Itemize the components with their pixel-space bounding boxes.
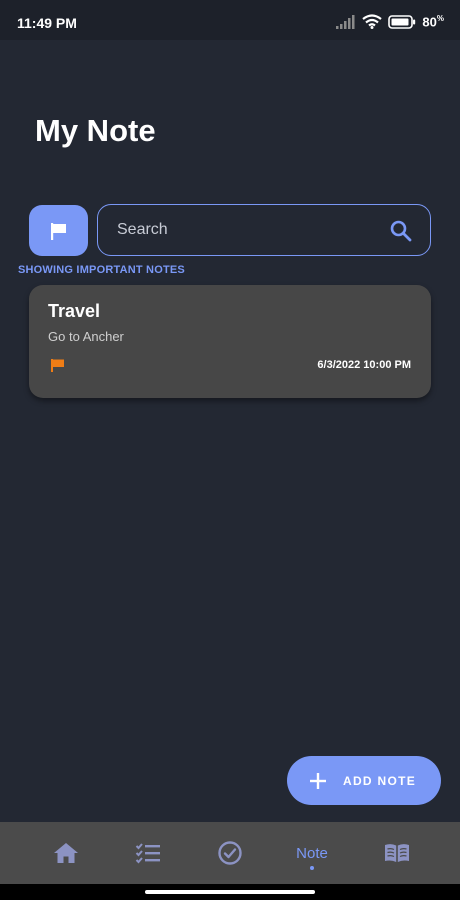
app-screen: 11:49 PM 80% My Note Search SHOWING IMPO… (0, 0, 460, 900)
home-icon (54, 843, 78, 863)
check-circle-icon (218, 841, 242, 865)
plus-icon (310, 772, 326, 789)
search-input[interactable] (117, 221, 377, 239)
bottom-nav: Note (0, 822, 460, 884)
gesture-area (0, 884, 460, 900)
wifi-icon (362, 14, 383, 30)
note-card[interactable]: Travel Go to Ancher 6/3/2022 10:00 PM (29, 285, 431, 398)
add-note-button[interactable]: ADD NOTE (287, 756, 441, 805)
book-icon (385, 844, 409, 862)
filter-status-label: SHOWING IMPORTANT NOTES (18, 264, 185, 276)
note-body: Go to Ancher (48, 329, 124, 344)
search-icon[interactable] (389, 219, 413, 243)
nav-item-done[interactable] (212, 822, 248, 884)
status-bar: 11:49 PM 80% (0, 0, 460, 40)
nav-item-tasks[interactable] (130, 822, 166, 884)
important-flag-icon (51, 359, 64, 372)
nav-note-label: Note (296, 844, 328, 862)
flag-icon (50, 222, 66, 240)
note-date: 6/3/2022 10:00 PM (317, 359, 411, 371)
search-box[interactable] (97, 204, 431, 256)
battery-level: 80% (422, 14, 444, 30)
status-time: 11:49 PM (17, 15, 77, 31)
nav-item-note[interactable]: Note (290, 822, 334, 884)
nav-item-journal[interactable] (379, 822, 415, 884)
page-title: My Note (35, 113, 156, 148)
important-filter-button[interactable] (29, 205, 88, 256)
note-title: Travel (48, 301, 101, 321)
add-note-label: ADD NOTE (343, 773, 417, 788)
active-indicator (310, 866, 314, 870)
battery-icon (388, 14, 416, 29)
checklist-icon (135, 843, 160, 864)
signal-icon (336, 14, 355, 29)
status-icons: 80% (336, 14, 444, 29)
nav-item-home[interactable] (48, 822, 84, 884)
gesture-bar[interactable] (145, 890, 315, 894)
